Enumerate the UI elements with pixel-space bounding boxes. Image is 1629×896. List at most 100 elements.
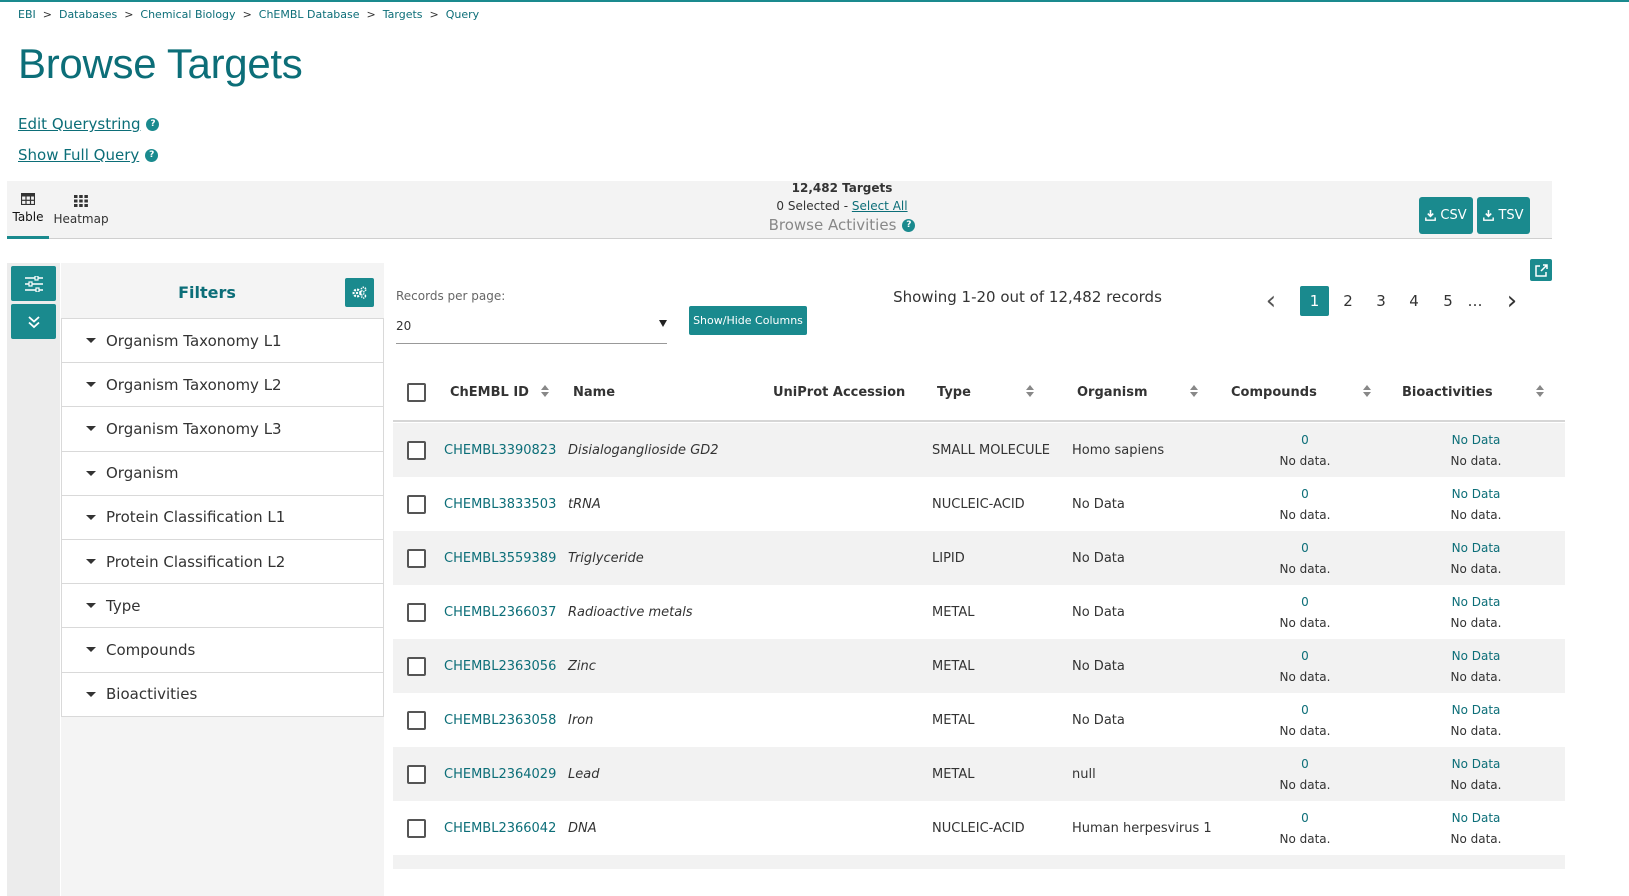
column-header-name[interactable]: Name [573,362,615,422]
tab-table[interactable]: Table [7,181,49,239]
pagination-next-button[interactable]: › [1501,286,1523,316]
organism: Homo sapiens [1072,442,1165,458]
column-label: Type [937,384,971,400]
chembl-id-link[interactable]: CHEMBL3390823 [444,423,556,477]
column-header-organism[interactable]: Organism [1077,362,1148,422]
sort-icon[interactable] [1363,385,1373,399]
pagination-page-5[interactable]: 5 [1436,286,1460,316]
table-row [393,855,1565,869]
column-header-bioactivities[interactable]: Bioactivities [1402,362,1493,422]
breadcrumb-databases[interactable]: Databases [59,8,117,21]
target-type: METAL [932,712,975,728]
chembl-id-link[interactable]: CHEMBL2366042 [444,801,556,855]
column-header-chembl-id[interactable]: ChEMBL ID [450,362,529,422]
download-tsv-button[interactable]: TSV [1477,197,1530,234]
chembl-id-link[interactable]: CHEMBL2366037 [444,585,556,639]
filter-bioactivities[interactable]: Bioactivities [61,672,384,717]
collapse-filters-button[interactable] [11,304,56,339]
checkbox[interactable] [407,818,426,838]
chembl-id-link[interactable]: CHEMBL3559389 [444,531,556,585]
compounds-link[interactable]: 0 [1301,703,1309,717]
share-button[interactable] [1530,259,1552,281]
row-checkbox[interactable] [407,477,426,531]
checkbox[interactable] [407,548,426,568]
chembl-id-link[interactable]: CHEMBL2364029 [444,747,556,801]
help-icon[interactable]: ? [145,148,159,162]
tab-table-label: Table [12,210,44,224]
row-checkbox[interactable] [407,747,426,801]
filter-organism-taxonomy-l3[interactable]: Organism Taxonomy L3 [61,407,384,452]
sort-icon[interactable] [1536,385,1546,399]
breadcrumb-chembl-database[interactable]: ChEMBL Database [259,8,360,21]
breadcrumb-query[interactable]: Query [446,8,479,21]
breadcrumb-ebi[interactable]: EBI [18,8,36,21]
download-csv-button[interactable]: CSV [1419,197,1473,234]
caret-down-icon [86,426,96,432]
compounds-link[interactable]: 0 [1301,811,1309,825]
column-header-compounds[interactable]: Compounds [1231,362,1317,422]
chembl-id-link[interactable]: CHEMBL3833503 [444,477,556,531]
compounds-link[interactable]: 0 [1301,649,1309,663]
pagination-page-4[interactable]: 4 [1402,286,1426,316]
compounds-link[interactable]: 0 [1301,487,1309,501]
column-header-uniprot-accession[interactable]: UniProt Accession [773,362,905,422]
toggle-filters-button[interactable] [11,266,56,301]
show-full-query-link[interactable]: Show Full Query ? [18,146,159,164]
sort-icon[interactable] [541,385,551,399]
browse-activities-link[interactable]: Browse Activities ? [707,216,977,234]
filter-protein-classification-l2[interactable]: Protein Classification L2 [61,539,384,585]
bioactivities-link[interactable]: No Data [1452,541,1501,555]
records-showing-text: Showing 1-20 out of 12,482 records [893,288,1162,306]
select-all-checkbox[interactable] [407,362,426,422]
filters-settings-button[interactable] [345,278,374,307]
sort-icon[interactable] [1026,385,1036,399]
pagination-page-2[interactable]: 2 [1336,286,1360,316]
pagination-prev-button[interactable]: ‹ [1260,286,1282,316]
edit-querystring-link[interactable]: Edit Querystring ? [18,115,160,133]
checkbox[interactable] [407,602,426,622]
checkbox[interactable] [407,494,426,514]
compounds-link[interactable]: 0 [1301,757,1309,771]
records-per-page-select[interactable]: 20 [396,308,667,344]
chembl-id-link[interactable]: CHEMBL2363056 [444,639,556,693]
checkbox[interactable] [407,656,426,676]
checkbox[interactable] [407,382,426,402]
breadcrumb-targets[interactable]: Targets [383,8,423,21]
breadcrumb-chemical-biology[interactable]: Chemical Biology [140,8,235,21]
bioactivities-link[interactable]: No Data [1452,649,1501,663]
sort-icon[interactable] [1190,385,1200,399]
pagination-page-3[interactable]: 3 [1369,286,1393,316]
compounds-link[interactable]: 0 [1301,595,1309,609]
filter-organism-taxonomy-l2[interactable]: Organism Taxonomy L2 [61,363,384,408]
bioactivities-link[interactable]: No Data [1452,703,1501,717]
filter-compounds[interactable]: Compounds [61,628,384,673]
compounds-link[interactable]: 0 [1301,541,1309,555]
row-checkbox[interactable] [407,423,426,477]
bioactivities-link[interactable]: No Data [1452,811,1501,825]
bioactivities-link[interactable]: No Data [1452,757,1501,771]
row-checkbox[interactable] [407,585,426,639]
column-header-type[interactable]: Type [937,362,971,422]
help-icon[interactable]: ? [146,117,160,131]
help-icon[interactable]: ? [902,218,916,232]
row-checkbox[interactable] [407,531,426,585]
filter-organism[interactable]: Organism [61,451,384,496]
row-checkbox[interactable] [407,801,426,855]
filter-protein-classification-l1[interactable]: Protein Classification L1 [61,495,384,540]
select-all-link[interactable]: Select All [852,199,908,213]
filter-organism-taxonomy-l1[interactable]: Organism Taxonomy L1 [61,319,384,364]
show-hide-columns-button[interactable]: Show/Hide Columns [689,306,807,335]
tab-heatmap[interactable]: Heatmap [53,181,109,239]
row-checkbox[interactable] [407,693,426,747]
checkbox[interactable] [407,764,426,784]
filter-type[interactable]: Type [61,584,384,629]
checkbox[interactable] [407,710,426,730]
bioactivities-link[interactable]: No Data [1452,595,1501,609]
bioactivities-link[interactable]: No Data [1452,433,1501,447]
pagination-page-1[interactable]: 1 [1300,286,1329,316]
chembl-id-link[interactable]: CHEMBL2363058 [444,693,556,747]
checkbox[interactable] [407,440,426,460]
compounds-link[interactable]: 0 [1301,433,1309,447]
bioactivities-link[interactable]: No Data [1452,487,1501,501]
row-checkbox[interactable] [407,639,426,693]
